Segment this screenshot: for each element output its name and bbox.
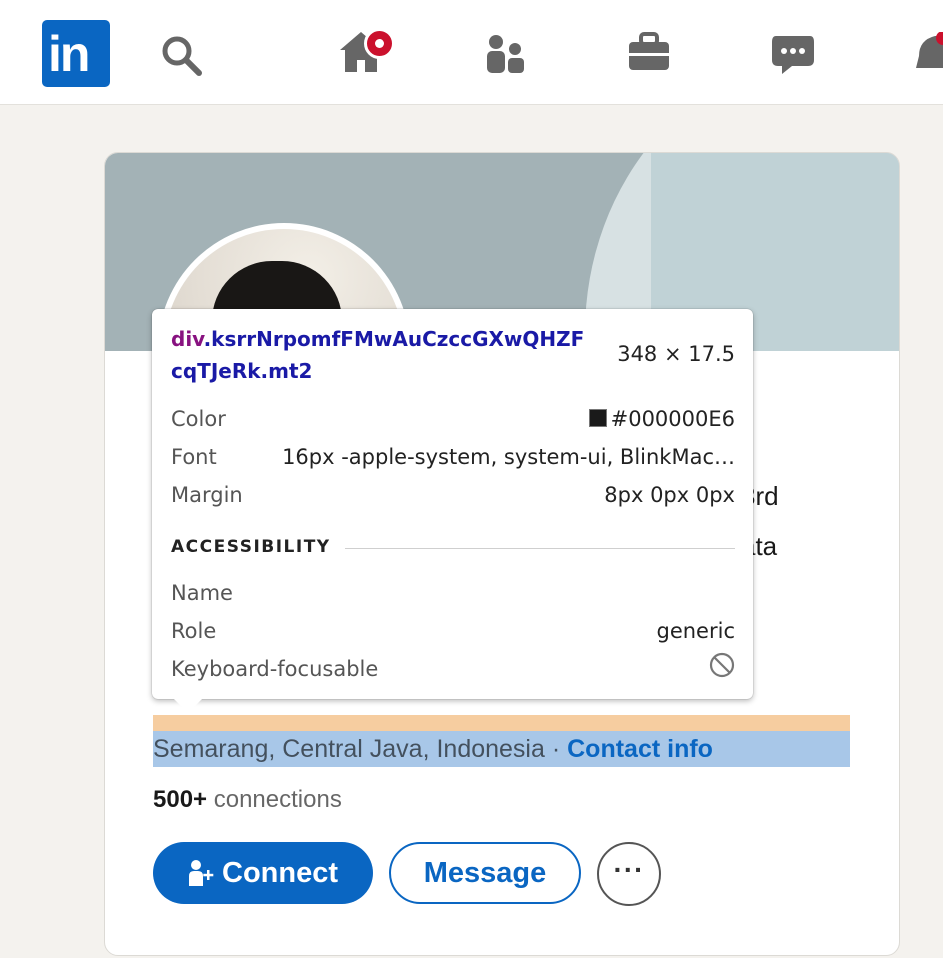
connections-label: connections — [207, 786, 342, 813]
notifications-icon[interactable] — [915, 32, 943, 76]
not-allowed-icon — [709, 652, 735, 688]
font-label: Font — [171, 445, 217, 469]
focusable-row: Keyboard-focusable — [171, 652, 735, 686]
color-value: #000000E6 — [610, 407, 735, 431]
role-row: Role generic — [171, 614, 735, 648]
messaging-icon[interactable] — [770, 34, 816, 76]
location-text: Semarang, Central Java, Indonesia — [153, 735, 545, 763]
more-label: ··· — [613, 854, 645, 885]
name-row: Name — [171, 576, 735, 610]
color-swatch — [588, 409, 607, 427]
message-button[interactable]: Message — [389, 842, 581, 904]
notification-badge — [364, 28, 395, 59]
role-value: generic — [656, 619, 736, 643]
element-class: .ksrrNrpomfFMwAuCzccGXwQHZFcqTJeRk.mt2 — [171, 327, 585, 383]
margin-value: 8px 0px 0px — [604, 483, 735, 507]
margin-row: Margin 8px 0px 0px — [171, 478, 735, 512]
message-label: Message — [423, 856, 547, 889]
top-nav: in — [0, 0, 943, 105]
location-line: Semarang, Central Java, Indonesia · Cont… — [153, 731, 850, 767]
jobs-icon[interactable] — [627, 32, 671, 72]
font-row: Font 16px -apple-system, system-ui, Blin… — [171, 440, 735, 474]
color-label: Color — [171, 407, 226, 431]
name-label: Name — [171, 581, 233, 605]
font-value: 16px -apple-system, system-ui, BlinkMac… — [282, 445, 735, 469]
connect-label: Connect — [222, 856, 338, 889]
home-icon[interactable] — [338, 28, 395, 74]
contact-info-link[interactable]: Contact info — [567, 735, 713, 763]
connect-button[interactable]: Connect — [153, 842, 373, 904]
more-actions-button[interactable]: ··· — [597, 842, 661, 906]
margin-label: Margin — [171, 483, 243, 507]
focusable-label: Keyboard-focusable — [171, 657, 379, 681]
logo-text: in — [48, 26, 90, 82]
devtools-inspect-tooltip: div.ksrrNrpomfFMwAuCzccGXwQHZFcqTJeRk.mt… — [152, 309, 753, 713]
linkedin-logo[interactable]: in — [42, 20, 110, 87]
accessibility-label: ACCESSIBILITY — [171, 537, 345, 557]
inspect-margin-highlight — [153, 715, 850, 731]
color-row: Color #000000E6 — [171, 402, 735, 436]
element-selector: div.ksrrNrpomfFMwAuCzccGXwQHZFcqTJeRk.mt… — [171, 323, 591, 387]
separator: · — [544, 735, 568, 763]
role-label: Role — [171, 619, 217, 643]
connections-count[interactable]: 500+ connections — [153, 786, 342, 814]
connections-number: 500+ — [153, 786, 208, 813]
accessibility-section-header: ACCESSIBILITY — [171, 537, 735, 561]
search-icon[interactable] — [160, 34, 202, 76]
my-network-icon[interactable] — [485, 33, 527, 75]
add-person-icon — [188, 859, 214, 887]
element-size: 348 × 17.5 — [617, 342, 735, 366]
element-tag: div — [171, 327, 204, 351]
